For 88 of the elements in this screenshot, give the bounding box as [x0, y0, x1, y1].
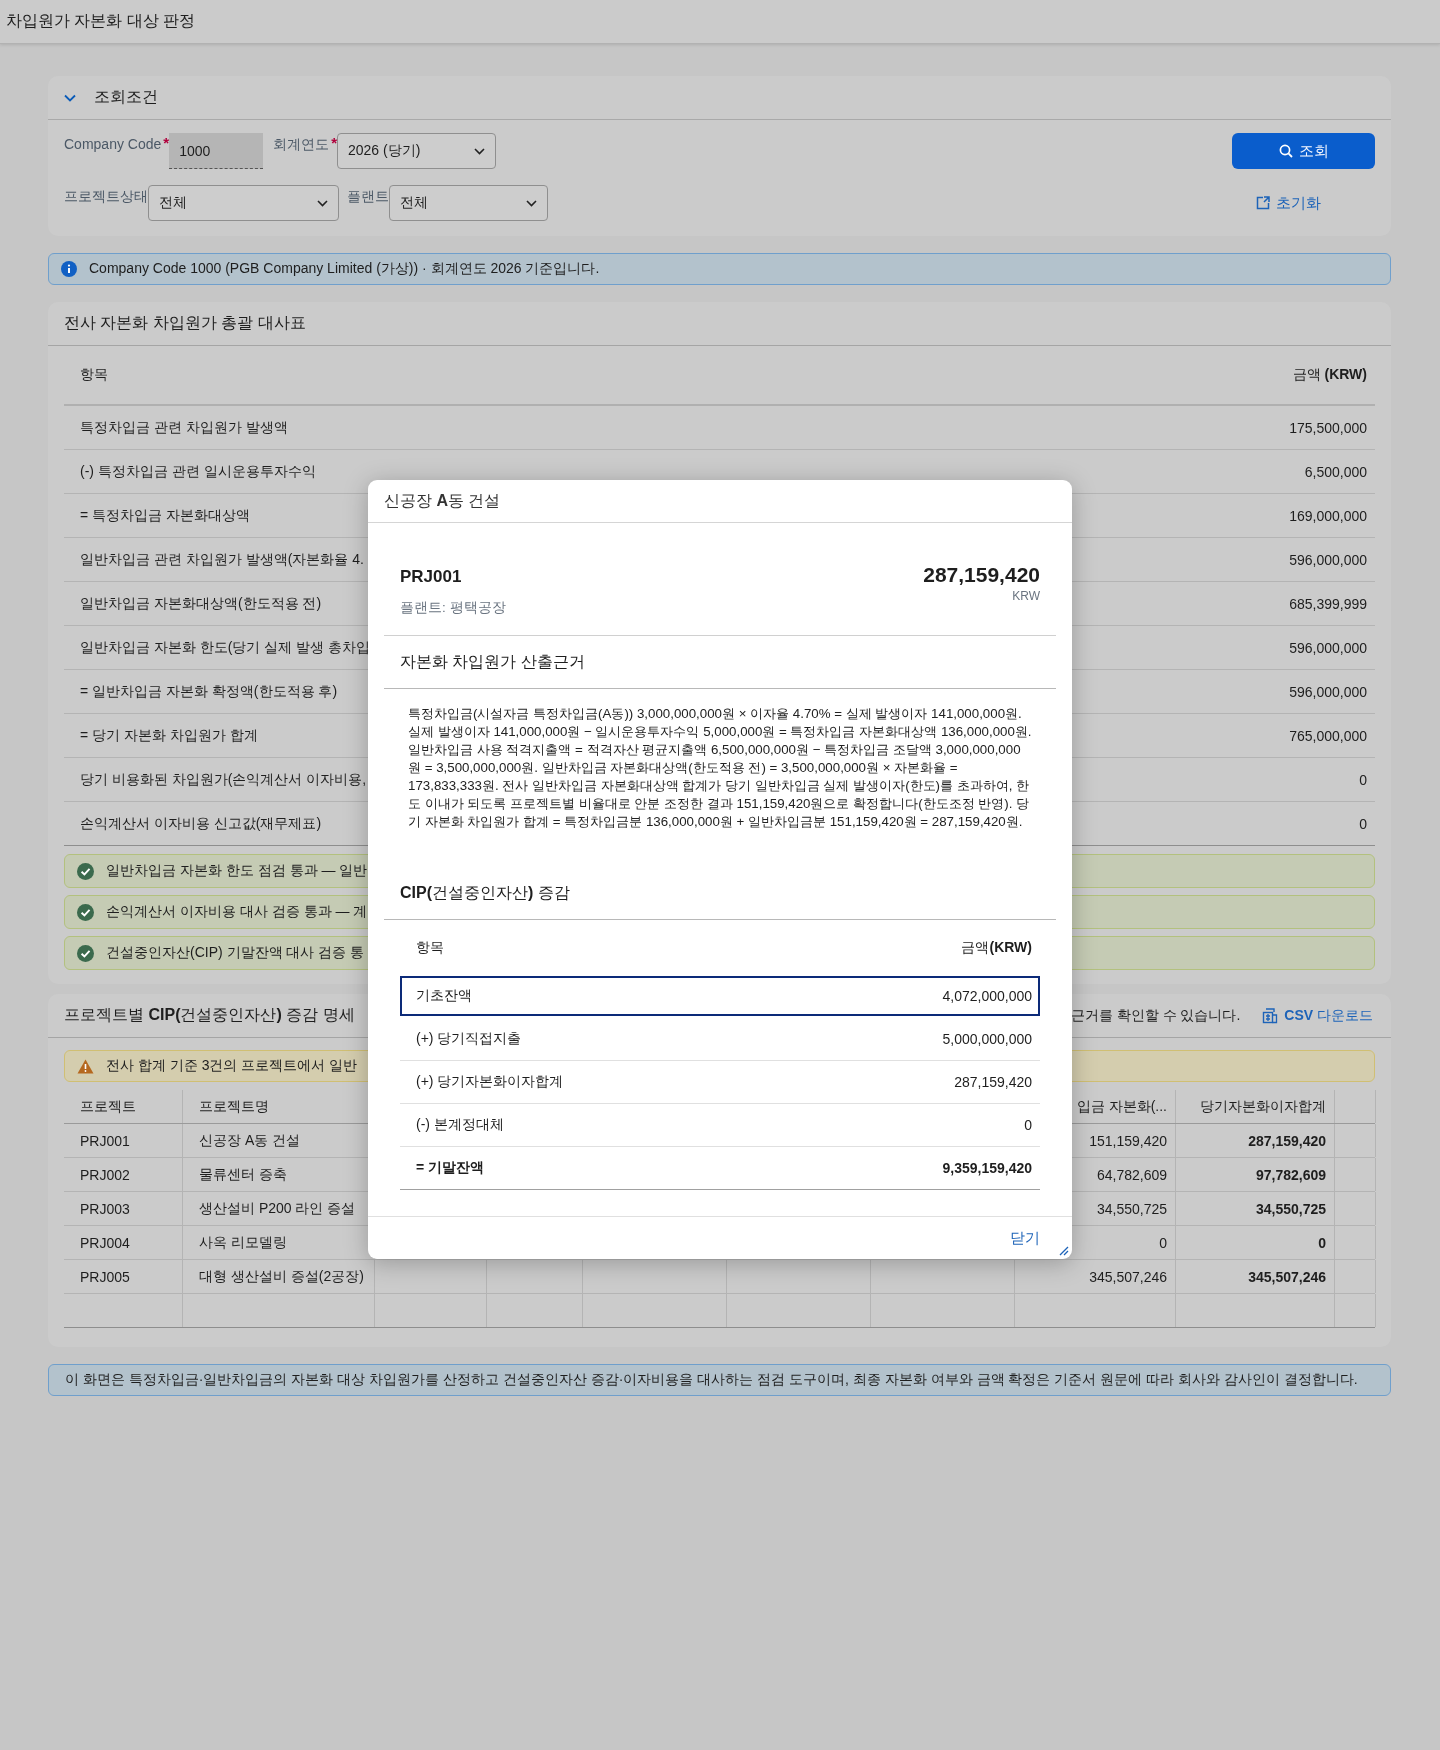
table-row[interactable]: 기초잔액 4,072,000,000	[400, 976, 1040, 1016]
column-header: 당기자본화이자합계	[1176, 1090, 1335, 1123]
message-text: Company Code 1000 (PGB Company Limited (가상)) · 회계연도 2026 기준입니다.	[89, 260, 600, 278]
table-row[interactable]: (+) 당기직접지출 5,000,000,000	[400, 1018, 1040, 1061]
table-row[interactable]: (+) 당기자본화이자합계 287,159,420	[400, 1061, 1040, 1104]
table-row[interactable]: = 기말잔액 9,359,159,420	[400, 1147, 1040, 1190]
panel-title: 조회조건	[94, 87, 158, 107]
table-cell: = 당기 자본화 차입원가 합계	[80, 726, 258, 745]
table-cell: PRJ001	[64, 1124, 183, 1157]
message-text: 손익계산서 이자비용 대사 검증 통과 — 계	[106, 903, 368, 921]
table-cell: 일반차입금 자본화 한도(당기 실제 발생 총차입	[80, 638, 370, 657]
chevron-icon	[317, 199, 328, 207]
input-field[interactable]: 1000	[169, 133, 264, 169]
check-icon	[77, 944, 94, 962]
table-cell: 765,000,000	[1289, 727, 1367, 744]
basis-text: 특정차입금(시설자금 특정차입금(A동)) 3,000,000,000원 × 이자율 4.70% = 실제 발생이자 141,000,000원. 실제 발생이자 141,000,000원 − 일시운용투자수익 5,000,000원 = 특정차입금 자본화대상액 136,000,000원. 일반차입금 사용 적격지출액 = 적격자산 평균지출액 6,500,000,000원 − 특정차입금 조달액 3,000,000,000원 = 3,500,000,000원. 일반차입금 자본화대상액(한도적용 전) = 3,500,000,000원 × 자본화율 = 173,833,333원. 전사 일반차입금 자본화대상액 합계가 당기 일반차입금 실제 발생이자(한도)를 초과하여, 한도 이내가 되도록 프로젝트별 비율대로 안분 조정한 결과 151,159,420원으로 확정합니다(한도조정 반영). 당기 자본화 차입원가 합계 = 특정차입금분 136,000,000원 + 일반차입금분 151,159,420원 = 287,159,420원.	[407, 705, 1033, 831]
column-header: 금액(KRW)	[961, 939, 1032, 957]
chevron-icon	[526, 199, 537, 207]
warning-icon	[77, 1058, 94, 1074]
table-cell: = 일반차입금 자본화 확정액(한도적용 후)	[80, 682, 338, 701]
card-title: 전사 자본화 차입원가 총괄 대사표	[64, 313, 306, 333]
message-text: 일반차입금 자본화 한도 점검 통과 — 일반	[106, 862, 368, 880]
select-field[interactable]: 전체	[148, 185, 339, 221]
project-id: PRJ001	[400, 567, 463, 587]
table-row[interactable]: (-) 본계정대체 0	[400, 1104, 1040, 1147]
plant-text: 플랜트: 평택공장	[400, 599, 506, 617]
table-cell: 34,550,725	[1176, 1192, 1335, 1225]
field-label: Company Code	[64, 135, 162, 152]
table-cell: PRJ003	[64, 1192, 183, 1225]
field-label: 프로젝트상태	[64, 187, 148, 206]
table-cell: 175,500,000	[1289, 419, 1367, 436]
table-cell: 345,507,246	[1015, 1260, 1176, 1293]
column-header: 항목	[80, 366, 108, 384]
check-icon	[77, 903, 94, 921]
table-cell: 일반차입금 자본화대상액(한도적용 전)	[80, 594, 322, 613]
table-cell: 대형 생산설비 증설(2공장)	[183, 1260, 375, 1293]
field-label: 플랜트	[347, 187, 389, 206]
table-cell: 596,000,000	[1289, 639, 1367, 656]
table-cell: PRJ005	[64, 1260, 183, 1293]
download-link[interactable]: CSV 다운로드	[1262, 1006, 1373, 1025]
amount-value: 287,159,420	[923, 563, 1040, 587]
search-button[interactable]: 조회	[1232, 133, 1375, 169]
table-cell: 0	[1359, 815, 1367, 832]
field-label: 회계연도	[273, 135, 330, 154]
table-cell: PRJ002	[64, 1158, 183, 1191]
check-icon	[77, 862, 94, 880]
table-cell: 287,159,420	[1176, 1124, 1335, 1157]
message-text: 전사 합계 기준 3건의 프로젝트에서 일반	[106, 1057, 358, 1075]
table-cell: 0	[1359, 771, 1367, 788]
table-cell: 97,782,609	[1176, 1158, 1335, 1191]
table-cell: 345,507,246	[1176, 1260, 1335, 1293]
search-icon	[1278, 144, 1293, 158]
table-cell: 당기 비용화된 차입원가(손익계산서 이자비용,	[80, 770, 367, 789]
table-cell: 596,000,000	[1289, 551, 1367, 568]
select-field[interactable]: 전체	[389, 185, 548, 221]
reset-link[interactable]: 초기화	[1256, 193, 1321, 213]
table-cell: 일반차입금 관련 차입원가 발생액(자본화율 4.	[80, 550, 364, 569]
resize-grip-icon[interactable]	[1059, 1246, 1069, 1256]
table-cell: 169,000,000	[1289, 507, 1367, 524]
reset-icon	[1256, 196, 1270, 210]
info-icon	[61, 261, 77, 277]
card-title: 프로젝트별 CIP(건설중인자산) 증감 명세	[64, 1005, 355, 1025]
column-header: 항목	[416, 939, 444, 957]
chevron-icon	[473, 147, 485, 155]
spreadsheet-icon	[1262, 1007, 1279, 1024]
column-header: 금액 (KRW)	[1292, 366, 1367, 384]
required-mark: *	[163, 133, 170, 151]
required-mark: *	[331, 133, 337, 151]
hint-text: 근거를 확인할 수 있습니다.	[1070, 1006, 1241, 1025]
currency-text: KRW	[1012, 589, 1040, 603]
table-cell: 596,000,000	[1289, 683, 1367, 700]
section-title: 자본화 차입원가 산출근거	[400, 651, 585, 672]
table-cell: 손익계산서 이자비용 신고값(재무제표)	[80, 814, 322, 833]
table-cell: 6,500,000	[1304, 463, 1367, 480]
table-cell: 0	[1176, 1226, 1335, 1259]
dialog-title: 신공장 A동 건설	[384, 490, 501, 511]
table-cell: 특정차입금 관련 차입원가 발생액	[80, 418, 288, 437]
select-field[interactable]: 2026 (당기)	[336, 133, 496, 169]
table-cell: PRJ004	[64, 1226, 183, 1259]
table-cell: (-) 특정차입금 관련 일시운용투자수익	[80, 462, 316, 481]
message-text: 건설중인자산(CIP) 기말잔액 대사 검증 통	[106, 944, 365, 962]
app-title: 차입원가 자본화 대상 판정	[6, 11, 196, 31]
section-title: CIP(건설중인자산) 증감	[400, 882, 570, 903]
table-cell: 685,399,999	[1289, 595, 1367, 612]
message-text: 이 화면은 특정차입금·일반차입금의 자본화 대상 차입원가를 산정하고 건설중인자산 증감·이자비용을 대사하는 점검 도구이며, 최종 자본화 여부와 금액 확정은 기준서 원문에 따라 회사와 감사인이 결정합니다.	[65, 1371, 1358, 1389]
table-cell: = 특정차입금 자본화대상액	[80, 506, 250, 525]
chevron-icon[interactable]	[64, 93, 76, 102]
column-header: 프로젝트	[64, 1090, 183, 1123]
